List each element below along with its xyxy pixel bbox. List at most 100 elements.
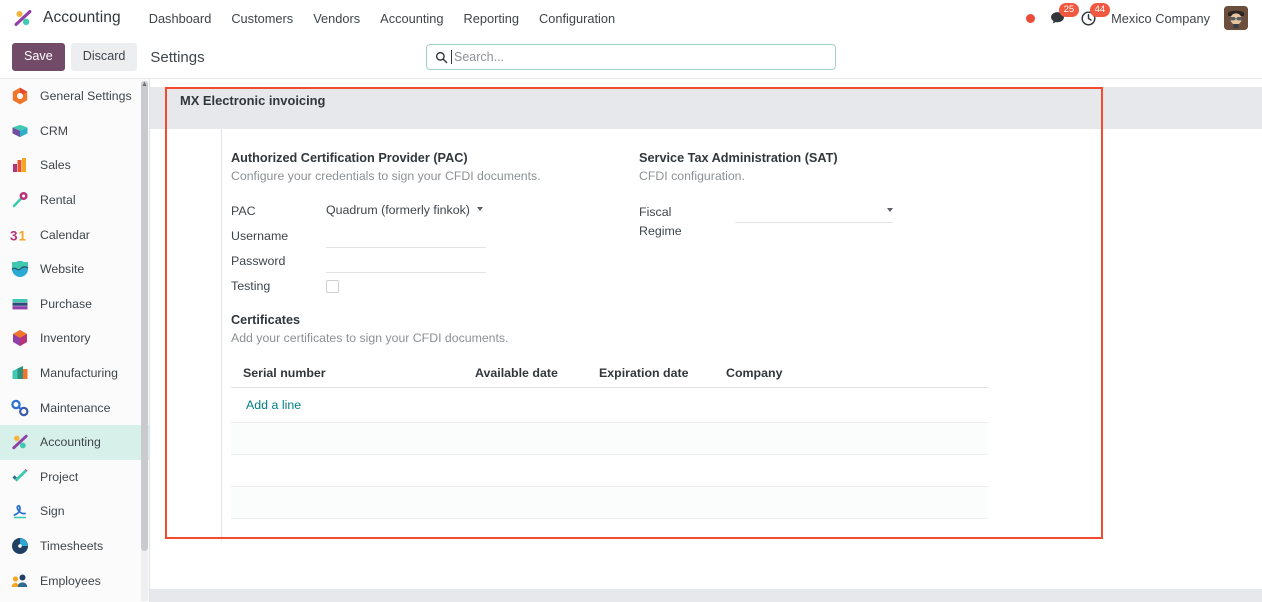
certificates-title: Certificates [231, 313, 301, 327]
sidebar-item-sign[interactable]: Sign [0, 494, 149, 529]
menu-item-configuration[interactable]: Configuration [529, 6, 625, 31]
sidebar-item-calendar[interactable]: 3 1 Calendar [0, 217, 149, 252]
sidebar-item-inventory[interactable]: Inventory [0, 321, 149, 356]
discard-button[interactable]: Discard [70, 43, 138, 71]
chevron-down-icon [887, 208, 893, 212]
chevron-down-icon [476, 207, 483, 212]
sidebar-item-employees[interactable]: Employees [0, 563, 149, 598]
sidebar-label: Employees [40, 573, 101, 588]
fiscal-regime-label-line1: Fiscal [639, 205, 672, 219]
red-status-dot[interactable] [1026, 13, 1036, 23]
brand-home-link[interactable]: Accounting [12, 7, 121, 29]
company-switcher[interactable]: Mexico Company [1111, 11, 1210, 26]
sidebar-item-timesheets[interactable]: Timesheets [0, 529, 149, 564]
testing-checkbox[interactable] [326, 280, 339, 293]
maintenance-icon [10, 398, 30, 418]
calendar-icon: 3 1 [10, 225, 30, 245]
scroll-up-arrow[interactable]: ▲ [141, 81, 148, 88]
sidebar-item-rental[interactable]: Rental [0, 183, 149, 218]
fiscal-regime-label-line2: Regime [639, 223, 682, 238]
sidebar-scrollbar[interactable]: ▲ [141, 81, 148, 601]
testing-field-row: Testing [231, 276, 631, 301]
fiscal-regime-select[interactable] [735, 201, 893, 223]
settings-sidebar: General Settings CRM Sales Rental 3 1 Ca… [0, 79, 150, 602]
sidebar-item-website[interactable]: Website [0, 252, 149, 287]
pac-label: PAC [231, 204, 256, 218]
settings-main: MX Electronic invoicing Authorized Certi… [150, 79, 1262, 602]
username-label: Username [231, 229, 289, 243]
main-menu: Dashboard Customers Vendors Accounting R… [139, 6, 625, 31]
sidebar-item-sales[interactable]: Sales [0, 148, 149, 183]
menu-item-reporting[interactable]: Reporting [453, 6, 529, 31]
password-field-row: Password [231, 251, 631, 276]
top-navbar: Accounting Dashboard Customers Vendors A… [0, 0, 1262, 36]
sidebar-label: Accounting [40, 435, 101, 450]
systray: 25 44 Mexico Company [1026, 2, 1252, 30]
save-button[interactable]: Save [12, 43, 65, 71]
password-label: Password [231, 254, 286, 268]
employees-icon [10, 571, 30, 591]
password-input[interactable] [326, 251, 486, 273]
sidebar-label: CRM [40, 123, 69, 138]
table-row [231, 455, 988, 487]
sidebar-label: Purchase [40, 296, 92, 311]
sidebar-item-manufacturing[interactable]: Manufacturing [0, 356, 149, 391]
pac-select[interactable]: Quadrum (formerly finkok) [326, 201, 501, 219]
pac-title: Authorized Certification Provider (PAC) [231, 151, 468, 165]
sign-icon [10, 501, 30, 521]
pac-select-value: Quadrum (formerly finkok) [326, 203, 470, 217]
sidebar-label: Sign [40, 504, 65, 519]
pac-field-row: PAC Quadrum (formerly finkok) [231, 201, 631, 226]
add-a-line-button[interactable]: Add a line [246, 398, 301, 412]
sidebar-item-project[interactable]: Project [0, 460, 149, 495]
menu-item-dashboard[interactable]: Dashboard [139, 6, 222, 31]
page-body: General Settings CRM Sales Rental 3 1 Ca… [0, 78, 1262, 602]
sidebar-item-maintenance[interactable]: Maintenance [0, 390, 149, 425]
manufacturing-icon [10, 363, 30, 383]
accounting-icon [10, 432, 30, 452]
sidebar-label: Timesheets [40, 539, 104, 554]
svg-text:1: 1 [19, 228, 27, 243]
testing-checkbox-wrap [326, 276, 339, 293]
pac-block: Authorized Certification Provider (PAC) … [231, 151, 631, 301]
avatar[interactable] [1224, 6, 1248, 30]
sidebar-item-accounting[interactable]: Accounting [0, 424, 149, 460]
sat-subtitle: CFDI configuration. [639, 169, 745, 183]
rental-icon [10, 190, 30, 210]
sidebar-item-crm[interactable]: CRM [0, 114, 149, 149]
purchase-icon [10, 294, 30, 314]
menu-item-customers[interactable]: Customers [221, 6, 303, 31]
messages-button[interactable]: 25 [1049, 2, 1079, 27]
sidebar-label: Project [40, 469, 79, 484]
control-panel: Save Discard Settings Search... [0, 36, 1262, 78]
sidebar-label: Rental [40, 193, 76, 208]
sidebar-label: Website [40, 262, 85, 277]
section-title: MX Electronic invoicing [180, 93, 326, 108]
table-row [231, 423, 988, 455]
activities-button[interactable]: 44 [1080, 2, 1110, 27]
sidebar-item-general-settings[interactable]: General Settings [0, 79, 149, 114]
testing-label: Testing [231, 279, 271, 293]
menu-item-vendors[interactable]: Vendors [303, 6, 370, 31]
sat-title: Service Tax Administration (SAT) [639, 151, 838, 165]
search-input[interactable]: Search... [426, 44, 836, 70]
menu-item-accounting[interactable]: Accounting [370, 6, 453, 31]
sat-block: Service Tax Administration (SAT) CFDI co… [639, 151, 939, 241]
certificates-subtitle: Add your certificates to sign your CFDI … [231, 331, 509, 345]
sidebar-label: General Settings [40, 89, 132, 104]
sales-icon [10, 155, 30, 175]
sidebar-scrollbar-thumb[interactable] [141, 81, 148, 551]
column-header-serial-number: Serial number [243, 366, 326, 380]
sidebar-label: Inventory [40, 331, 91, 346]
timesheets-icon [10, 536, 30, 556]
column-header-available-date: Available date [475, 366, 558, 380]
username-input[interactable] [326, 226, 486, 248]
table-row [231, 487, 988, 519]
accounting-app-icon [12, 7, 34, 29]
column-header-company: Company [726, 366, 783, 380]
fiscal-regime-label: Fiscal Regime [639, 201, 735, 241]
general-settings-icon [10, 86, 30, 106]
add-line-row: Add a line [231, 388, 988, 423]
fiscal-regime-field-row: Fiscal Regime [639, 201, 939, 241]
sidebar-item-purchase[interactable]: Purchase [0, 287, 149, 322]
